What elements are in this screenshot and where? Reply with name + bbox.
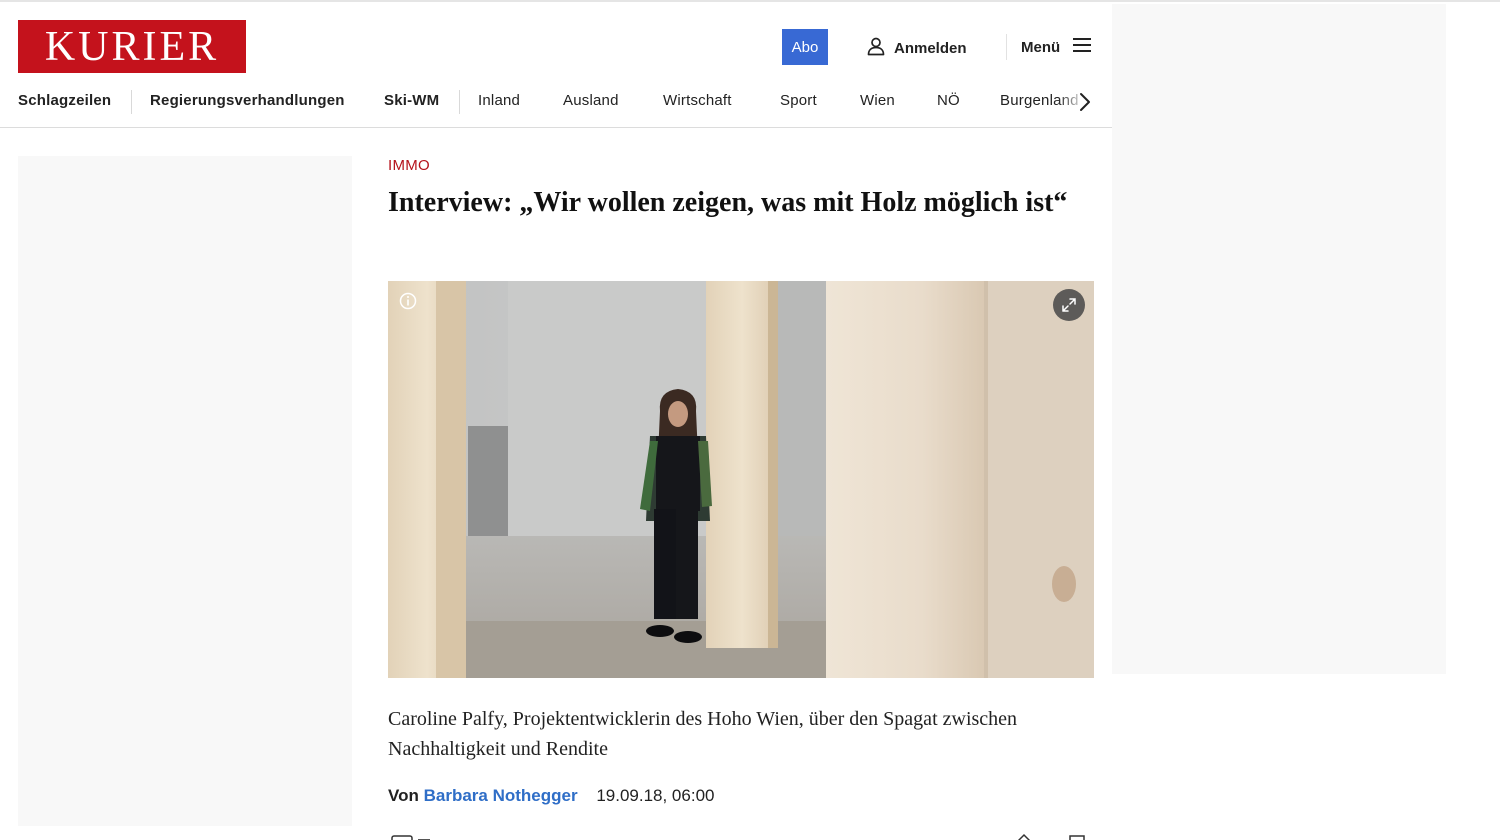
chevron-right-icon[interactable] [1074, 90, 1094, 114]
nav-item-ausland[interactable]: Ausland [563, 92, 619, 109]
author-link[interactable]: Barbara Nothegger [424, 786, 578, 805]
site-header: KURIER Abo Anmelden Menü Schlagzeilen Re… [0, 2, 1112, 128]
article-lead: Caroline Palfy, Projektentwicklerin des … [388, 708, 1018, 760]
nav-item-ski-wm[interactable]: Ski-WM [384, 92, 439, 109]
article-byline: Von Barbara Nothegger 19.09.18, 06:00 [388, 786, 714, 806]
nav-item-schlagzeilen[interactable]: Schlagzeilen [18, 92, 111, 109]
nav-item-sport[interactable]: Sport [780, 92, 817, 109]
byline-prefix: Von [388, 786, 419, 805]
hamburger-icon [1072, 36, 1092, 59]
logo-text: KURIER [44, 23, 220, 70]
nav-item-noe[interactable]: NÖ [937, 92, 960, 109]
login-label: Anmelden [894, 40, 967, 57]
menu-label: Menü [1021, 39, 1061, 56]
nav-divider [131, 90, 132, 114]
hero-photo-illustration [388, 281, 1094, 678]
user-icon [866, 36, 886, 61]
article-date: 19.09.18, 06:00 [596, 786, 715, 805]
expand-icon[interactable] [1053, 289, 1085, 321]
action-icons-cropped [391, 833, 1085, 840]
main-navigation: Schlagzeilen Regierungsverhandlungen Ski… [0, 82, 1112, 122]
nav-item-wien[interactable]: Wien [860, 92, 895, 109]
nav-divider [459, 90, 460, 114]
nav-item-inland[interactable]: Inland [478, 92, 520, 109]
article-actions-row [388, 830, 1094, 840]
ad-slot-left [18, 156, 352, 826]
article-headline: Interview: „Wir wollen zeigen, was mit H… [388, 187, 1068, 218]
nav-item-wirtschaft[interactable]: Wirtschaft [663, 92, 732, 109]
login-button[interactable]: Anmelden [866, 36, 967, 61]
abo-button[interactable]: Abo [782, 29, 828, 65]
article-hero-image[interactable] [388, 281, 1094, 678]
kurier-logo[interactable]: KURIER [18, 20, 246, 73]
info-icon[interactable] [398, 291, 418, 311]
nav-item-regierungsverhandlungen[interactable]: Regierungsverhandlungen [150, 92, 345, 109]
ad-slot-right [1112, 4, 1446, 674]
menu-button[interactable]: Menü [1021, 36, 1092, 59]
header-divider [1006, 34, 1007, 60]
article-category[interactable]: IMMO [388, 157, 430, 174]
